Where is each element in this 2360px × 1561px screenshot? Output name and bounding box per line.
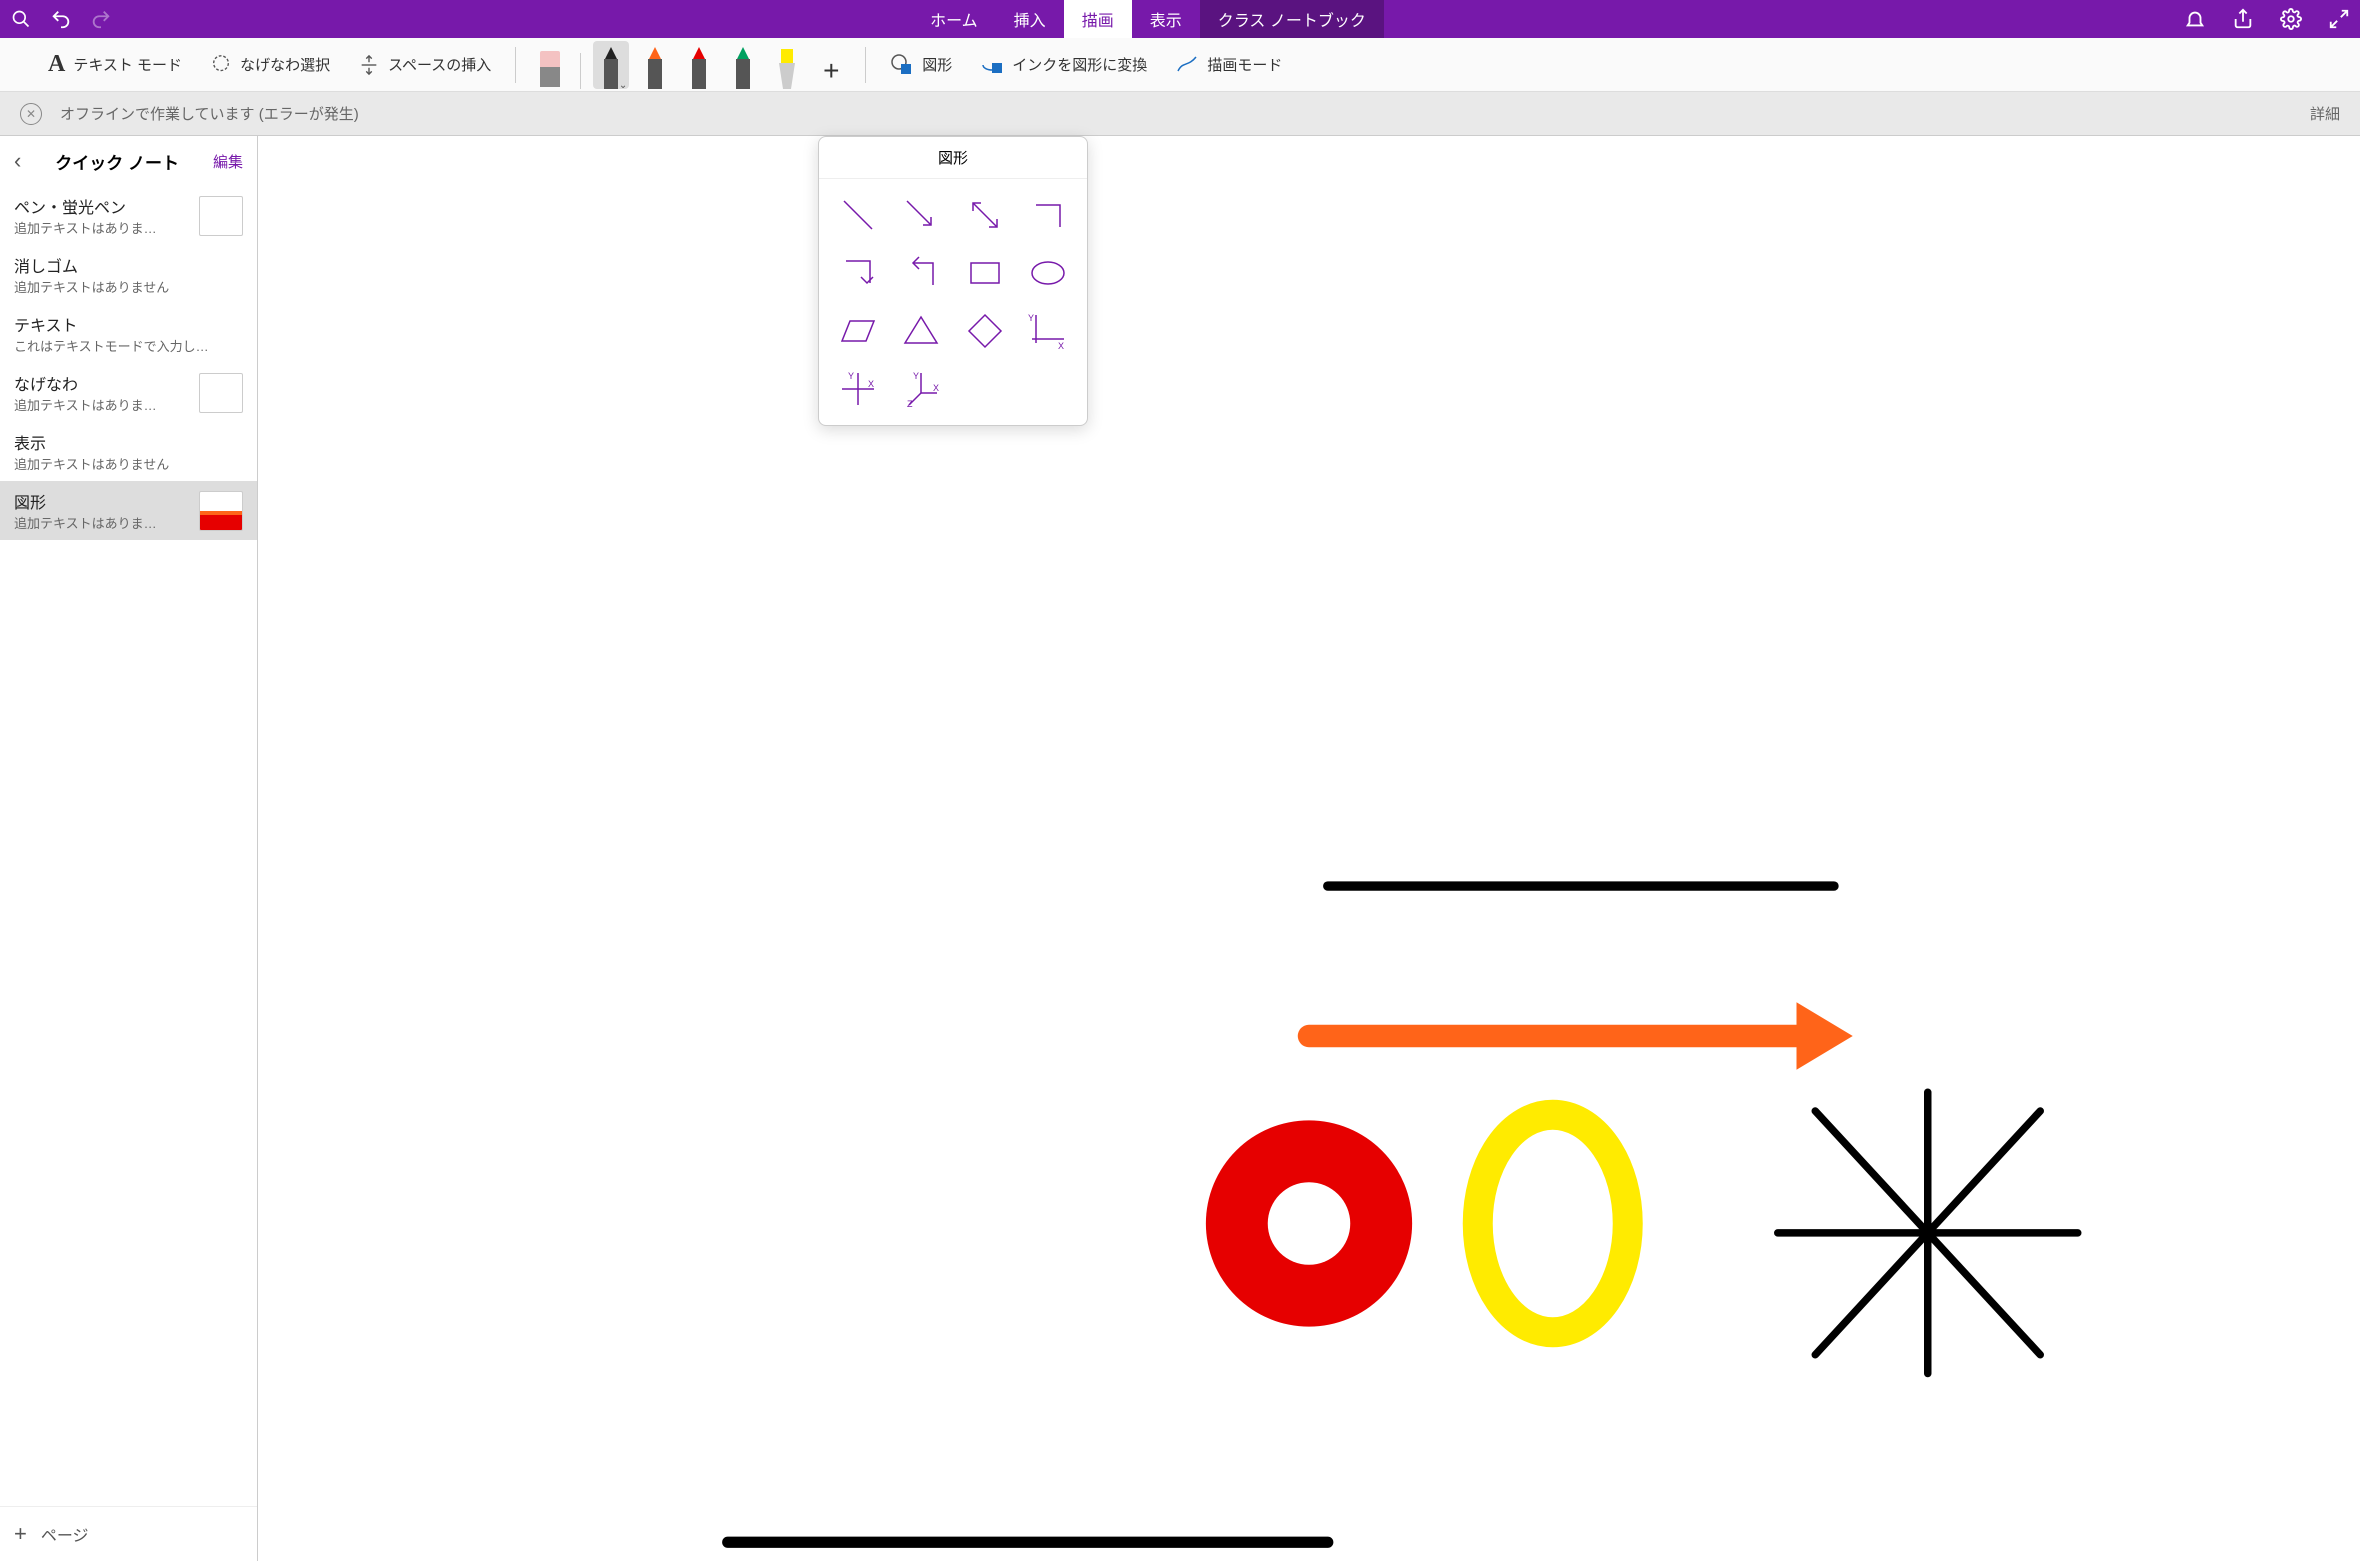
separator	[515, 47, 516, 83]
add-page-label: ページ	[41, 1522, 89, 1546]
titlebar: ホーム 挿入 描画 表示 クラス ノートブック	[0, 0, 2360, 38]
tab-view[interactable]: 表示	[1132, 0, 1200, 39]
page-title: なげなわ	[14, 371, 191, 395]
page-title: 図形	[14, 489, 191, 513]
page-item[interactable]: なげなわ追加テキストはありま…	[0, 363, 257, 422]
page-item[interactable]: 図形追加テキストはありま…	[0, 481, 257, 540]
page-title: 消しゴム	[14, 253, 243, 277]
separator	[865, 47, 866, 83]
canvas-drawing	[258, 136, 2360, 1561]
ink-to-shape-button[interactable]: インクを図形に変換	[972, 49, 1155, 81]
pen-red[interactable]	[681, 41, 717, 89]
tab-insert[interactable]: 挿入	[996, 0, 1064, 39]
pen-gallery: ⌄ +	[532, 41, 849, 89]
back-icon[interactable]: ‹	[14, 148, 21, 174]
detail-link[interactable]: 詳細	[2310, 103, 2340, 124]
shapes-button[interactable]: 図形	[882, 49, 960, 81]
tab-class-notebook[interactable]: クラス ノートブック	[1200, 0, 1384, 39]
page-item[interactable]: テキストこれはテキストモードで入力し…	[0, 304, 257, 363]
pen-black[interactable]: ⌄	[593, 41, 629, 89]
undo-icon[interactable]	[48, 6, 74, 32]
page-subtitle: 追加テキストはありません	[14, 454, 243, 473]
page-item[interactable]: 消しゴム追加テキストはありません	[0, 245, 257, 304]
share-icon[interactable]	[2230, 6, 2256, 32]
canvas[interactable]: 図形 XY XY XYZ	[258, 136, 2360, 1561]
chevron-down-icon[interactable]: ⌄	[619, 80, 627, 91]
draw-mode-button[interactable]: 描画モード	[1167, 49, 1290, 81]
tab-draw[interactable]: 描画	[1064, 0, 1132, 39]
search-icon[interactable]	[8, 6, 34, 32]
text-mode-button[interactable]: A テキスト モード	[40, 47, 190, 82]
page-item[interactable]: 表示追加テキストはありません	[0, 422, 257, 481]
page-title: 表示	[14, 430, 243, 454]
eraser-tool[interactable]	[532, 41, 568, 89]
section-title: クイック ノート	[55, 149, 179, 174]
page-subtitle: 追加テキストはありま…	[14, 218, 191, 237]
fullscreen-icon[interactable]	[2326, 6, 2352, 32]
page-subtitle: これはテキストモードで入力し…	[14, 336, 243, 355]
sidebar-header: ‹ クイック ノート 編集	[0, 136, 257, 186]
insert-space-label: スペースの挿入	[388, 54, 491, 75]
ink-to-shape-label: インクを図形に変換	[1012, 54, 1147, 75]
add-pen-button[interactable]: +	[813, 53, 849, 89]
settings-icon[interactable]	[2278, 6, 2304, 32]
add-page-button[interactable]: + ページ	[0, 1506, 257, 1561]
close-icon[interactable]: ✕	[20, 103, 42, 125]
redo-icon	[88, 6, 114, 32]
shapes-label: 図形	[922, 54, 952, 75]
page-subtitle: 追加テキストはありま…	[14, 513, 191, 532]
page-thumbnail	[199, 373, 243, 413]
pen-orange[interactable]	[637, 41, 673, 89]
page-title: ペン・蛍光ペン	[14, 194, 191, 218]
tab-bar: ホーム 挿入 描画 表示 クラス ノートブック	[114, 0, 2182, 39]
lasso-label: なげなわ選択	[240, 54, 330, 75]
page-thumbnail	[199, 196, 243, 236]
page-list: ペン・蛍光ペン追加テキストはありま… 消しゴム追加テキストはありません テキスト…	[0, 186, 257, 1506]
tab-home[interactable]: ホーム	[912, 0, 996, 39]
page-thumbnail	[199, 491, 243, 531]
insert-space-button[interactable]: スペースの挿入	[350, 50, 499, 80]
offline-message: オフラインで作業しています (エラーが発生)	[60, 103, 359, 124]
text-mode-label: テキスト モード	[73, 54, 182, 75]
page-item[interactable]: ペン・蛍光ペン追加テキストはありま…	[0, 186, 257, 245]
draw-mode-label: 描画モード	[1207, 54, 1282, 75]
lasso-button[interactable]: なげなわ選択	[202, 50, 338, 80]
page-subtitle: 追加テキストはありま…	[14, 395, 191, 414]
offline-infobar: ✕ オフラインで作業しています (エラーが発生) 詳細	[0, 92, 2360, 136]
pen-green[interactable]	[725, 41, 761, 89]
page-subtitle: 追加テキストはありません	[14, 277, 243, 296]
sidebar: ‹ クイック ノート 編集 ペン・蛍光ペン追加テキストはありま… 消しゴム追加テ…	[0, 136, 258, 1561]
ribbon: A テキスト モード なげなわ選択 スペースの挿入 ⌄ +	[0, 38, 2360, 92]
notifications-icon[interactable]	[2182, 6, 2208, 32]
highlighter-yellow[interactable]	[769, 41, 805, 89]
separator	[580, 53, 581, 89]
page-title: テキスト	[14, 312, 243, 336]
workspace: ‹ クイック ノート 編集 ペン・蛍光ペン追加テキストはありま… 消しゴム追加テ…	[0, 136, 2360, 1561]
edit-link[interactable]: 編集	[213, 151, 243, 172]
